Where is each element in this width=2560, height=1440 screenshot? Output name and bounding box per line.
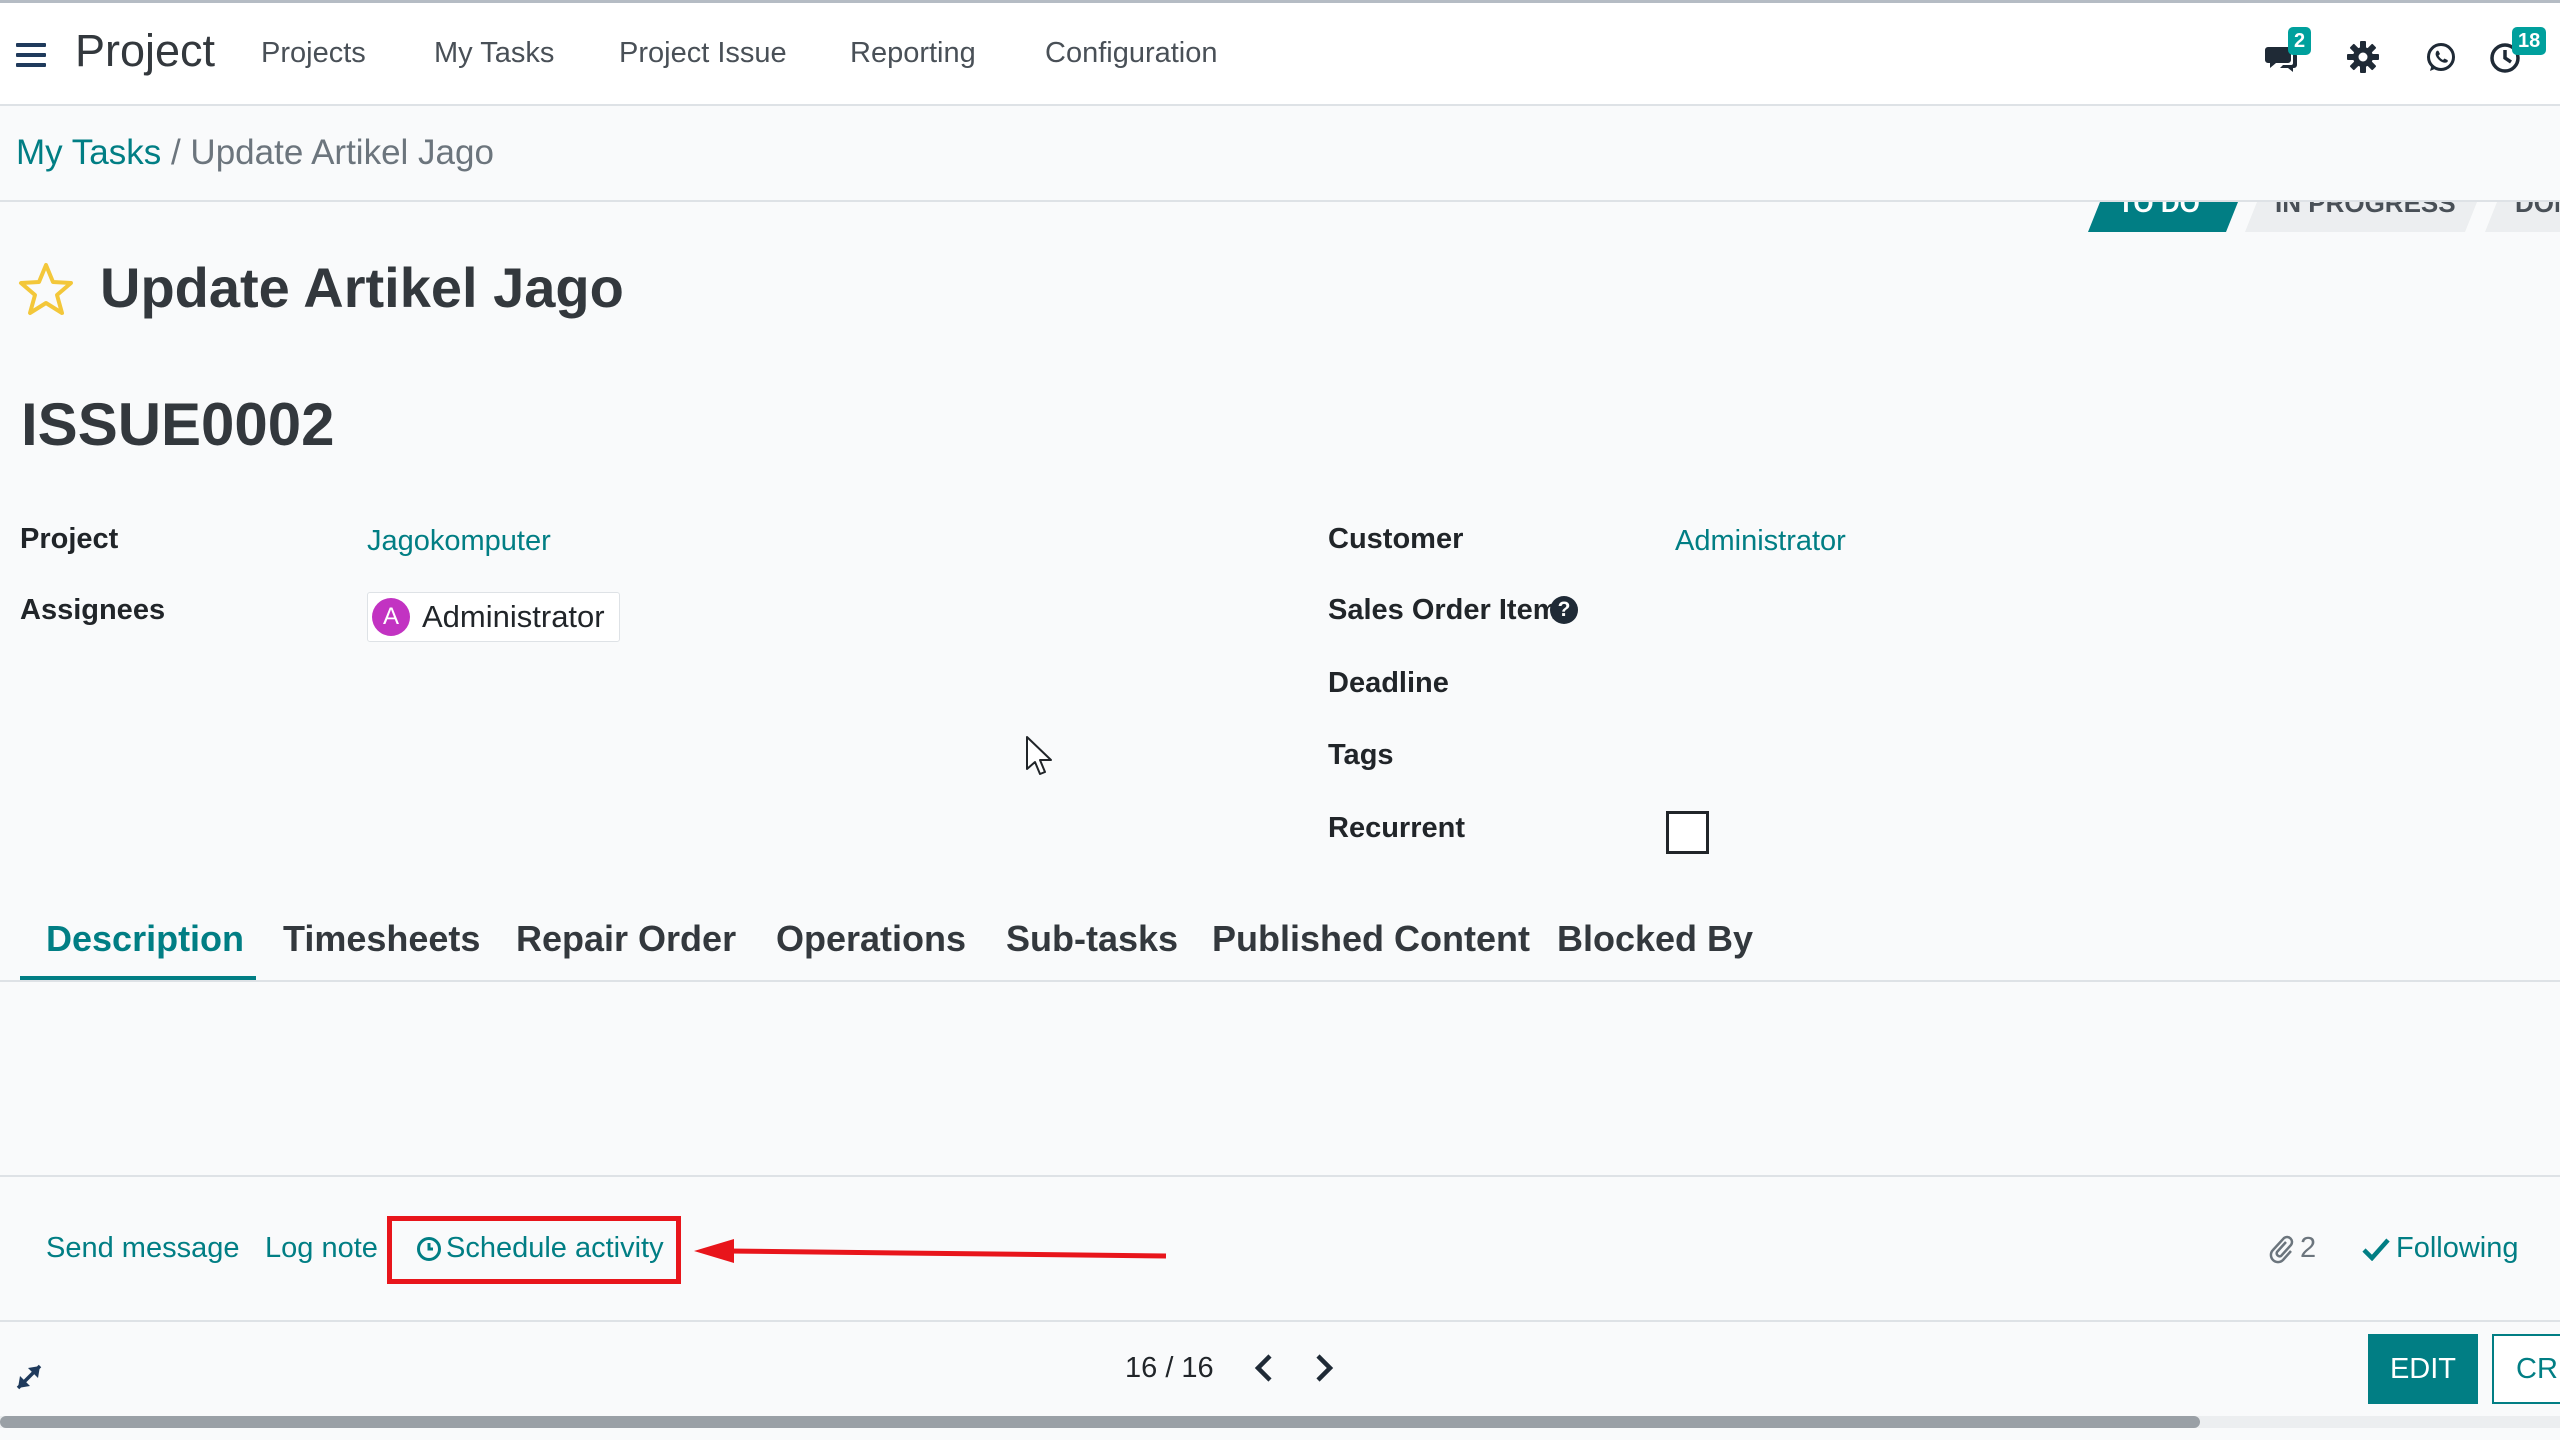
- stage-done[interactable]: DONE: [2485, 202, 2560, 232]
- customer-field[interactable]: Administrator: [1675, 525, 1846, 558]
- help-question-icon[interactable]: ?: [1550, 596, 1578, 624]
- breadcrumb-my-tasks[interactable]: My Tasks: [16, 133, 161, 172]
- horizontal-scrollbar[interactable]: [0, 1416, 2560, 1428]
- activities-clock-icon[interactable]: 18: [2488, 27, 2547, 77]
- schedule-activity-button[interactable]: Schedule activity: [416, 1232, 664, 1265]
- assignees-label: Assignees: [20, 594, 166, 626]
- tab-operations[interactable]: Operations: [776, 918, 966, 960]
- breadcrumb: My Tasks / Update Artikel Jago: [0, 106, 2560, 202]
- tab-sub-tasks[interactable]: Sub-tasks: [1006, 918, 1178, 960]
- messages-badge: 2: [2288, 27, 2312, 55]
- top-navbar: Project Projects My Tasks Project Issue …: [0, 0, 2560, 106]
- stage-in-progress[interactable]: IN PROGRESS: [2245, 202, 2477, 232]
- issue-number: ISSUE0002: [21, 391, 335, 458]
- breadcrumb-separator: /: [170, 133, 181, 172]
- favorite-star-icon[interactable]: [18, 262, 74, 321]
- activities-badge: 18: [2512, 27, 2547, 55]
- pager-previous-icon[interactable]: [1252, 1352, 1276, 1389]
- pager-next-icon[interactable]: [1312, 1352, 1336, 1389]
- footer-divider: [0, 1320, 2560, 1322]
- deadline-label: Deadline: [1328, 667, 1449, 699]
- assignee-tag[interactable]: A Administrator: [367, 592, 620, 642]
- tab-description[interactable]: Description: [46, 918, 244, 960]
- expand-icon[interactable]: [14, 1362, 44, 1397]
- menu-projects[interactable]: Projects: [261, 37, 366, 70]
- clock-icon: [417, 1236, 441, 1261]
- check-icon: [2362, 1238, 2390, 1261]
- pager-value: 16 / 16: [1125, 1352, 1214, 1384]
- red-arrow-annotation: [690, 1236, 1170, 1281]
- log-note-button[interactable]: Log note: [265, 1232, 378, 1265]
- tab-blocked-by[interactable]: Blocked By: [1557, 918, 1753, 960]
- tab-published-content[interactable]: Published Content: [1212, 918, 1530, 960]
- recurrent-checkbox[interactable]: [1666, 811, 1709, 854]
- stage-to-do[interactable]: TO DO: [2088, 202, 2238, 232]
- create-button[interactable]: CREATE: [2492, 1334, 2560, 1404]
- edit-button[interactable]: EDIT: [2368, 1334, 2478, 1404]
- menu-icon[interactable]: [16, 43, 46, 67]
- menu-configuration[interactable]: Configuration: [1045, 37, 1218, 70]
- following-button[interactable]: Following: [2362, 1232, 2519, 1265]
- avatar: A: [372, 598, 410, 636]
- chatter-divider: [0, 1175, 2560, 1177]
- breadcrumb-current: Update Artikel Jago: [190, 133, 494, 172]
- assignee-name: Administrator: [422, 599, 605, 634]
- whatsapp-icon[interactable]: [2424, 37, 2464, 77]
- send-message-button[interactable]: Send message: [46, 1232, 239, 1265]
- attachments-button[interactable]: 2: [2268, 1232, 2316, 1265]
- project-field[interactable]: Jagokomputer: [367, 525, 551, 558]
- scrollbar-thumb[interactable]: [0, 1416, 2200, 1428]
- gear-icon[interactable]: [2345, 37, 2385, 77]
- description-editor[interactable]: [0, 982, 2560, 1175]
- project-label: Project: [20, 523, 119, 555]
- menu-reporting[interactable]: Reporting: [850, 37, 976, 70]
- tags-label: Tags: [1328, 739, 1394, 771]
- menu-project-issue[interactable]: Project Issue: [619, 37, 787, 70]
- customer-label: Customer: [1328, 523, 1464, 555]
- recurrent-label: Recurrent: [1328, 812, 1465, 844]
- messages-icon[interactable]: 2: [2264, 27, 2312, 77]
- tab-timesheets[interactable]: Timesheets: [283, 918, 480, 960]
- mouse-cursor-icon: [1025, 735, 1055, 782]
- menu-my-tasks[interactable]: My Tasks: [434, 37, 554, 70]
- paperclip-icon: [2269, 1235, 2294, 1263]
- active-tab-indicator: [20, 976, 256, 980]
- tab-repair-order[interactable]: Repair Order: [516, 918, 736, 960]
- task-title[interactable]: Update Artikel Jago: [100, 255, 624, 320]
- app-title[interactable]: Project: [75, 25, 215, 77]
- sales-order-item-label: Sales Order Item: [1328, 594, 1559, 626]
